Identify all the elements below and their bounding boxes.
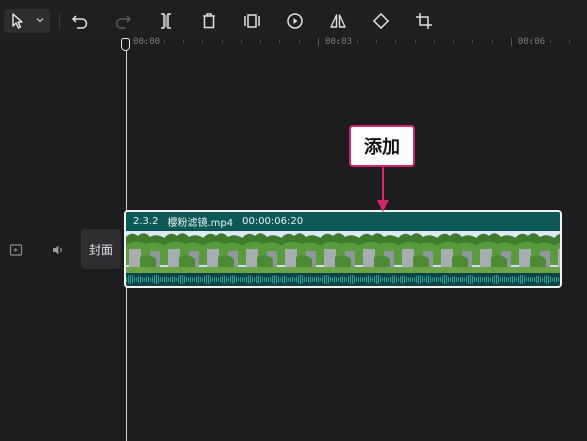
freeze-frame-button[interactable] xyxy=(242,11,262,31)
ruler-tick xyxy=(144,40,146,43)
video-frame-thumbnail xyxy=(126,231,165,273)
crop-button[interactable] xyxy=(414,11,434,31)
ruler-tick xyxy=(491,40,493,43)
ruler-time-label: 00:00 xyxy=(133,37,161,47)
video-frame-thumbnail xyxy=(204,231,243,273)
timeline-ruler[interactable]: 00:00 00:03 00:06 xyxy=(125,37,587,52)
ruler-tick xyxy=(433,40,435,43)
mirror-button[interactable] xyxy=(328,11,348,31)
video-frame-thumbnail xyxy=(321,231,360,273)
select-tool-button[interactable] xyxy=(4,9,50,33)
video-frame-thumbnail xyxy=(477,231,516,273)
clip-duration: 00:00:06:20 xyxy=(242,215,304,227)
ruler-tick xyxy=(260,40,262,43)
ruler-tick xyxy=(240,40,242,43)
split-icon xyxy=(161,13,171,29)
crop-icon xyxy=(416,13,432,29)
ruler-tick xyxy=(356,40,358,43)
ruler-tick xyxy=(279,40,281,43)
ruler-tick xyxy=(414,40,416,43)
video-clip[interactable]: 2.3.2 樱粉滤镜.mp4 00:00:06:20 xyxy=(124,210,562,288)
ruler-tick xyxy=(568,40,570,43)
clip-thumbnails xyxy=(126,231,560,273)
video-frame-thumbnail xyxy=(399,231,438,273)
mirror-icon xyxy=(330,14,346,28)
playhead-handle[interactable] xyxy=(121,38,130,51)
clip-header: 2.3.2 樱粉滤镜.mp4 00:00:06:20 xyxy=(126,212,560,230)
video-frame-thumbnail xyxy=(516,231,555,273)
timeline-toolbar xyxy=(0,0,587,40)
ruler-tick xyxy=(163,40,165,43)
ruler-tick xyxy=(549,40,551,43)
ruler-tick xyxy=(530,40,532,43)
ruler-tick xyxy=(395,40,397,43)
ruler-tick xyxy=(337,40,339,43)
redo-icon xyxy=(115,15,132,29)
video-frame-thumbnail xyxy=(282,231,321,273)
undo-icon xyxy=(71,15,88,29)
ruler-time-label: 00:03 xyxy=(325,37,353,47)
video-frame-thumbnail xyxy=(555,231,560,273)
reverse-button[interactable] xyxy=(285,11,305,31)
ruler-tick xyxy=(511,38,512,46)
ruler-tick xyxy=(318,38,319,46)
delete-button[interactable] xyxy=(199,11,219,31)
ruler-tick xyxy=(375,40,377,43)
speaker-icon[interactable] xyxy=(50,242,66,258)
rotate-button[interactable] xyxy=(371,11,391,31)
freeze-frame-icon xyxy=(244,14,260,28)
ruler-tick xyxy=(221,40,223,43)
reverse-icon xyxy=(287,13,303,29)
trash-icon xyxy=(203,13,215,29)
cover-button[interactable]: 封面 xyxy=(81,229,121,269)
ruler-tick xyxy=(472,40,474,43)
toolbar-divider xyxy=(59,13,60,29)
ruler-time-label: 00:06 xyxy=(518,37,546,47)
ruler-tick xyxy=(202,40,204,43)
annotation-callout: 添加 xyxy=(349,125,415,167)
ruler-tick xyxy=(298,40,300,43)
redo-button[interactable] xyxy=(113,11,133,31)
clip-rate: 2.3.2 xyxy=(133,215,159,227)
annotation-arrow xyxy=(377,166,389,212)
clip-filename: 樱粉滤镜.mp4 xyxy=(167,217,234,229)
audio-waveform xyxy=(126,273,560,286)
video-frame-thumbnail xyxy=(438,231,477,273)
undo-button[interactable] xyxy=(70,11,90,31)
video-frame-thumbnail xyxy=(165,231,204,273)
pointer-arrow-icon xyxy=(12,13,23,29)
split-button[interactable] xyxy=(156,11,176,31)
ruler-tick xyxy=(453,40,455,43)
rotate-icon xyxy=(372,12,390,30)
ruler-tick xyxy=(182,40,184,43)
video-frame-thumbnail xyxy=(360,231,399,273)
chevron-down-icon[interactable] xyxy=(35,15,45,25)
video-track-icon[interactable] xyxy=(8,242,24,258)
video-frame-thumbnail xyxy=(243,231,282,273)
